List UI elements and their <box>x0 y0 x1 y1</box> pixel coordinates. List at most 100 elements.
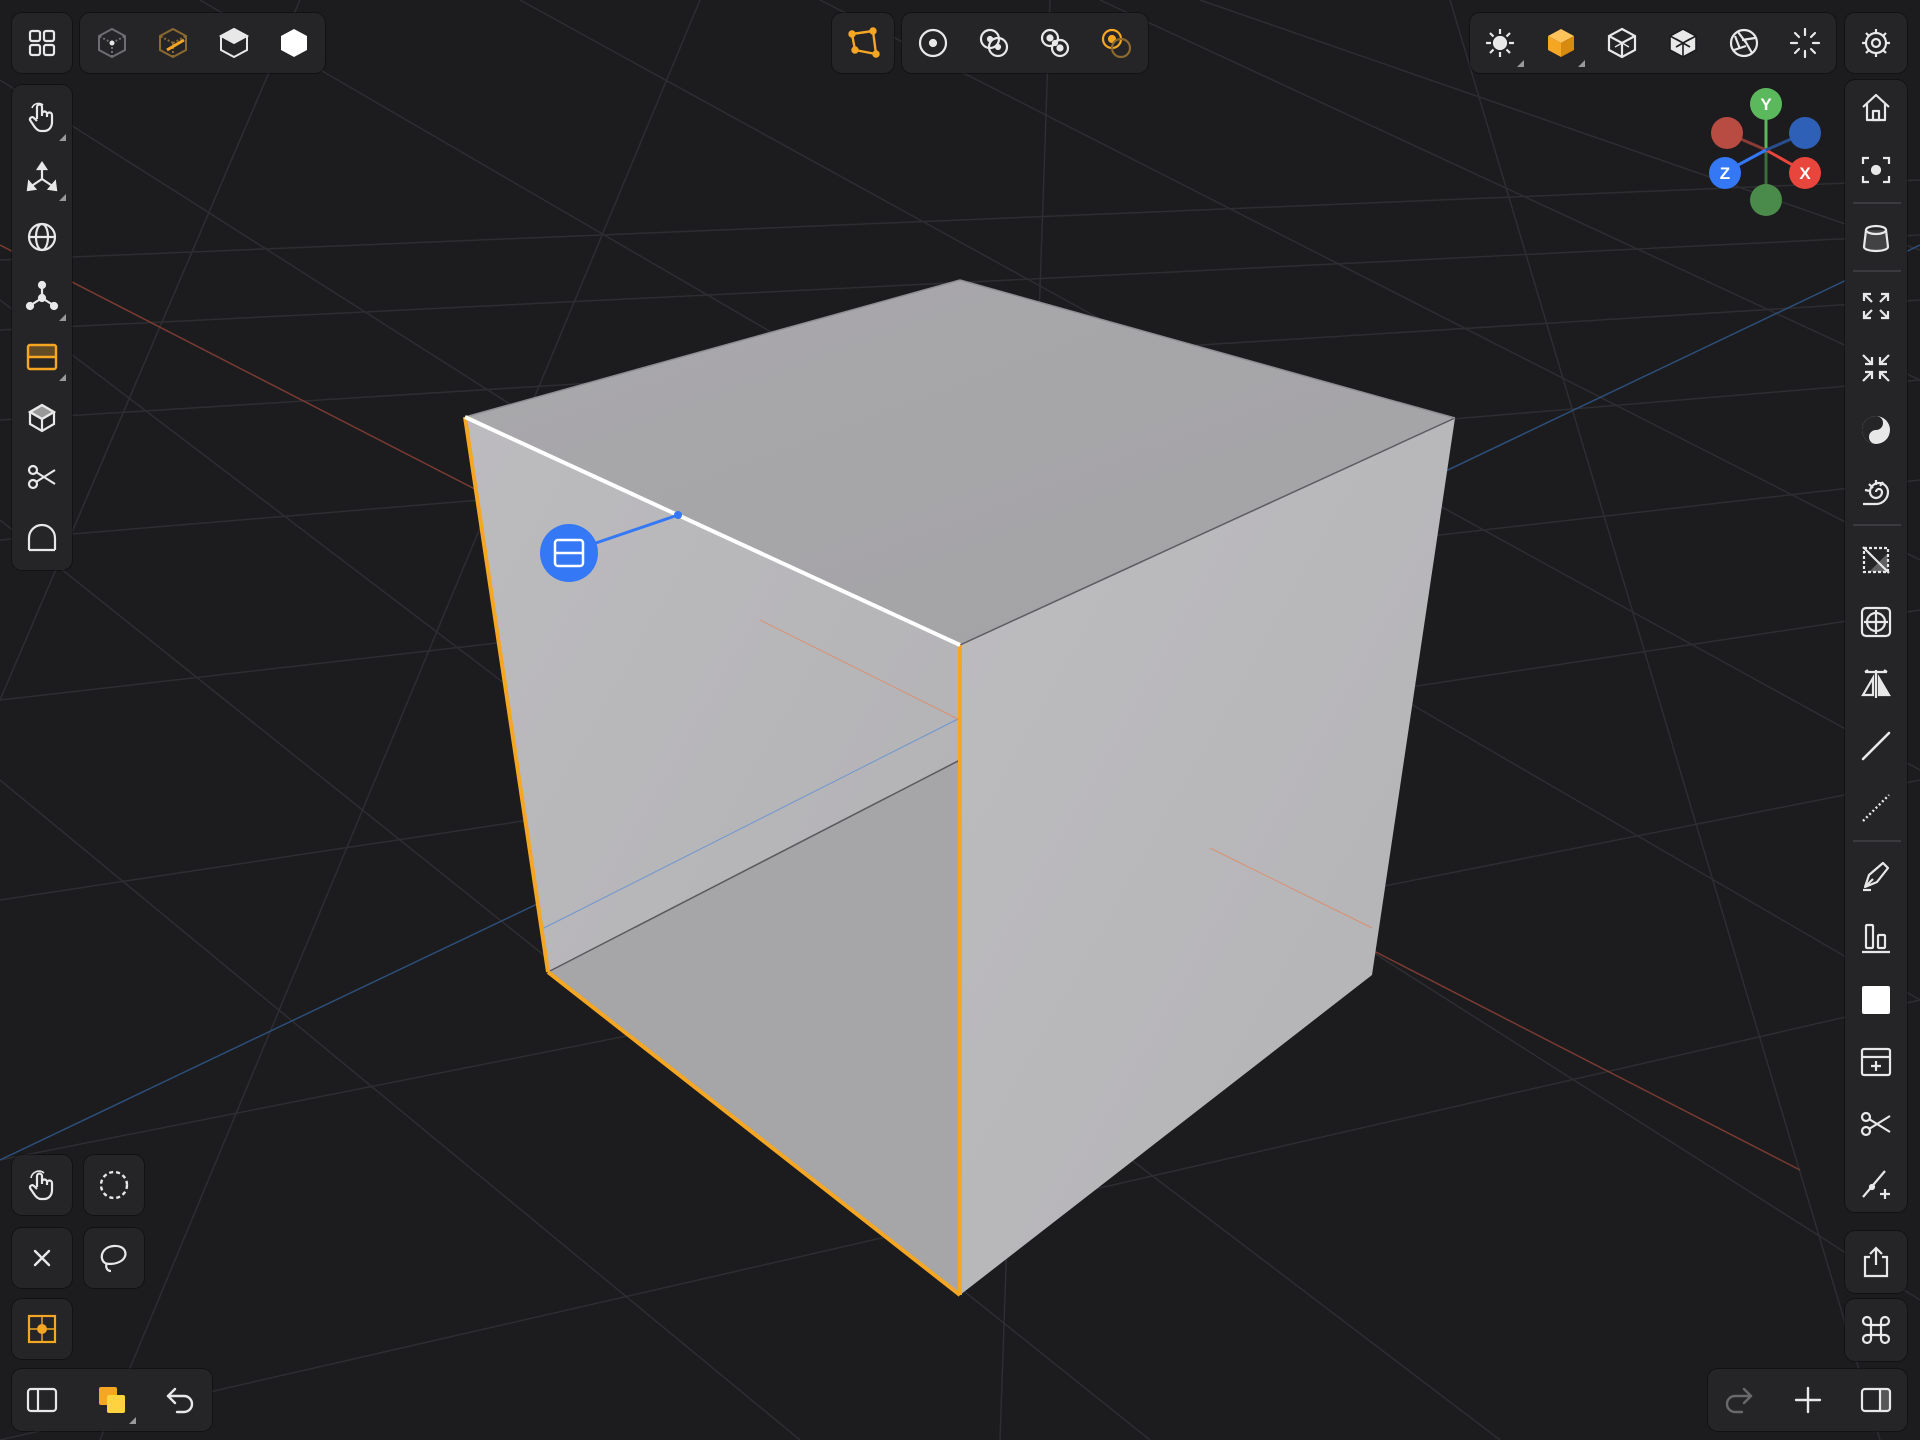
render-aperture-icon <box>1729 28 1759 58</box>
expand-arrows-button[interactable] <box>1848 278 1904 334</box>
circle-select-button[interactable] <box>86 1157 142 1213</box>
undo-button[interactable] <box>152 1372 208 1428</box>
touch-hand-button[interactable] <box>14 1157 70 1213</box>
cylinder-primitive-icon <box>1862 224 1890 253</box>
face-select-mode-button[interactable] <box>206 15 262 71</box>
crosshair-target-icon <box>1860 606 1892 638</box>
xray-cube-button[interactable] <box>1655 15 1711 71</box>
scissors-button[interactable] <box>1848 1096 1904 1152</box>
toolbar-separator <box>1853 270 1901 272</box>
close-button[interactable] <box>14 1230 70 1286</box>
pivot-active-button[interactable] <box>1088 15 1144 71</box>
transform-axes-button[interactable] <box>14 269 70 325</box>
grid-menu-button[interactable] <box>14 15 70 71</box>
knife-scissors-icon <box>27 464 56 490</box>
touch-select-icon <box>28 102 54 133</box>
effects-sparkle-button[interactable] <box>1777 15 1833 71</box>
right-tools-toolbar <box>1845 80 1907 1212</box>
move-gizmo-button[interactable] <box>14 149 70 205</box>
cube-mesh[interactable] <box>463 279 1456 1297</box>
wireframe-cube-icon <box>1607 27 1637 59</box>
render-aperture-button[interactable] <box>1716 15 1772 71</box>
touch-select-button[interactable] <box>14 89 70 145</box>
3d-viewport[interactable]: Y X Z <box>0 0 1920 1440</box>
fill-square-button[interactable] <box>1848 972 1904 1028</box>
lasso-select-button[interactable] <box>86 1230 142 1286</box>
lighting-button[interactable] <box>1472 15 1528 71</box>
pivot-median-button[interactable] <box>1027 15 1083 71</box>
knife-scissors-button[interactable] <box>14 449 70 505</box>
pivot-active-icon <box>1101 28 1132 59</box>
pivot-median-icon <box>1040 28 1070 58</box>
bevel-arch-button[interactable] <box>14 509 70 565</box>
extrude-button[interactable] <box>14 389 70 445</box>
share-export-button[interactable] <box>1848 1234 1904 1290</box>
object-select-mode-button[interactable] <box>266 15 322 71</box>
gizmo-neg-x[interactable] <box>1711 117 1743 149</box>
snap-target-button[interactable] <box>14 1301 70 1357</box>
close-panel <box>12 1228 72 1288</box>
command-key-button[interactable] <box>1848 1302 1904 1358</box>
sidebar-left-button[interactable] <box>14 1372 70 1428</box>
sidebar-right-icon <box>1860 1387 1892 1413</box>
add-edge-button[interactable] <box>1848 1156 1904 1212</box>
lighting-icon <box>1486 29 1514 57</box>
pivot-individual-button[interactable] <box>966 15 1022 71</box>
smooth-shade-icon <box>1862 416 1890 444</box>
bottom-right-toolbar <box>1708 1369 1907 1431</box>
solid-shading-button[interactable] <box>1533 15 1589 71</box>
settings-button[interactable] <box>1848 15 1904 71</box>
circle-select-panel <box>84 1155 144 1215</box>
align-bars-button[interactable] <box>1848 910 1904 966</box>
gizmo-neg-y[interactable] <box>1750 184 1782 216</box>
spiral-shell-button[interactable] <box>1848 464 1904 520</box>
straight-line-button[interactable] <box>1848 718 1904 774</box>
scissors-icon <box>1860 1111 1891 1137</box>
left-tools-toolbar <box>12 85 72 570</box>
dashed-line-button[interactable] <box>1848 780 1904 836</box>
add-frame-icon <box>1860 1047 1892 1077</box>
transform-axes-icon <box>25 280 59 311</box>
add-icon <box>1794 1386 1822 1414</box>
solid-shading-icon <box>1548 29 1574 57</box>
command-panel <box>1845 1299 1907 1361</box>
settings-gear-icon <box>1862 29 1890 57</box>
contract-arrows-button[interactable] <box>1848 340 1904 396</box>
edge-select-mode-icon <box>159 27 187 59</box>
cylinder-primitive-button[interactable] <box>1848 210 1904 266</box>
pen-draw-button[interactable] <box>1848 848 1904 904</box>
share-panel <box>1845 1231 1907 1293</box>
lasso-select-icon <box>100 1244 127 1273</box>
point-select-mode-button[interactable] <box>84 15 140 71</box>
focus-frame-button[interactable] <box>1848 142 1904 198</box>
undo-icon <box>166 1387 194 1414</box>
redo-button[interactable] <box>1711 1372 1767 1428</box>
edge-select-mode-button[interactable] <box>145 15 201 71</box>
smooth-shade-button[interactable] <box>1848 402 1904 458</box>
hide-toggle-button[interactable] <box>1848 532 1904 588</box>
add-button[interactable] <box>1780 1372 1836 1428</box>
add-frame-button[interactable] <box>1848 1034 1904 1090</box>
layers-button[interactable] <box>84 1372 140 1428</box>
gizmo-z-label: Z <box>1720 164 1730 183</box>
circle-select-icon <box>99 1170 129 1200</box>
focus-frame-icon <box>1861 156 1891 184</box>
mirror-button[interactable] <box>1848 656 1904 712</box>
gizmo-neg-z[interactable] <box>1789 117 1821 149</box>
sidebar-right-button[interactable] <box>1848 1372 1904 1428</box>
wireframe-cube-button[interactable] <box>1594 15 1650 71</box>
crosshair-target-button[interactable] <box>1848 594 1904 650</box>
touch-hand-icon <box>28 1170 54 1201</box>
menu-panel <box>12 13 72 73</box>
loop-cut-button[interactable] <box>14 329 70 385</box>
face-select-mode-icon <box>218 27 250 59</box>
pivot-center-button[interactable] <box>905 15 961 71</box>
polygon-snap-button[interactable] <box>835 15 891 71</box>
orientation-gizmo[interactable]: Y X Z <box>1709 88 1821 216</box>
toolbar-separator <box>1853 524 1901 526</box>
rotate-sphere-button[interactable] <box>14 209 70 265</box>
effects-sparkle-icon <box>1789 27 1821 59</box>
settings-panel <box>1845 13 1907 73</box>
pen-draw-icon <box>1863 861 1890 892</box>
home-view-button[interactable] <box>1848 80 1904 136</box>
